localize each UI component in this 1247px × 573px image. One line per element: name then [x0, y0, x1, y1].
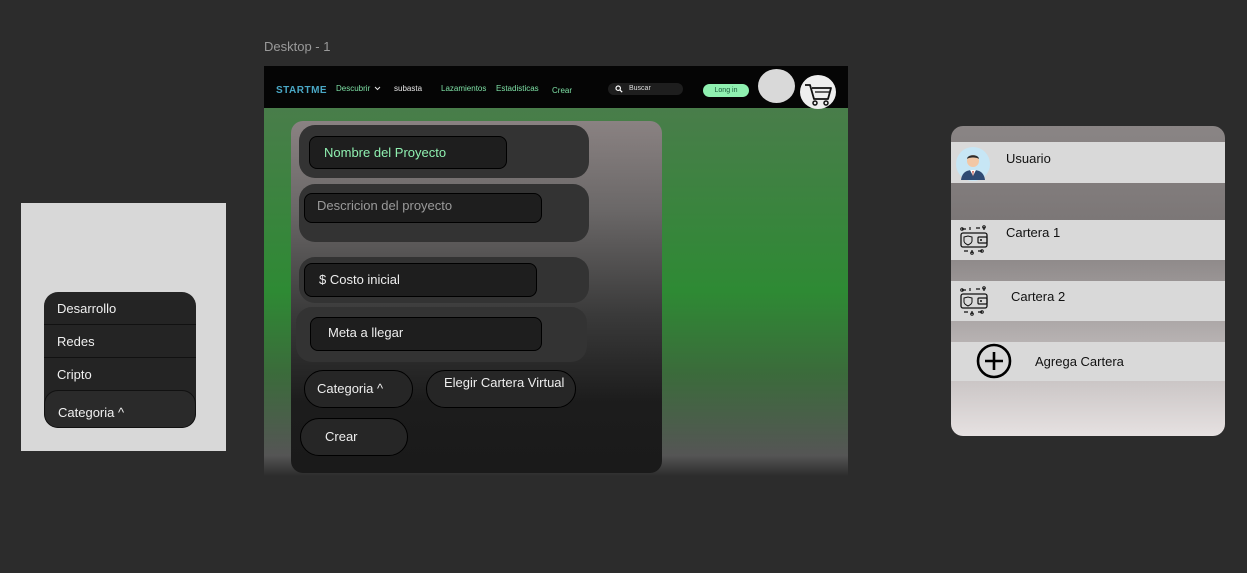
logo[interactable]: STARTME: [276, 85, 327, 96]
wallet-panel: Usuario Cartera 1 Cartera 2 Agrega Carte…: [951, 126, 1225, 436]
category-dropdown[interactable]: Desarrollo Redes Cripto Categoria ^: [44, 292, 196, 428]
cart-button[interactable]: [800, 75, 836, 109]
project-name-input[interactable]: Nombre del Proyecto: [309, 136, 507, 169]
nav-discover[interactable]: Descubrir: [336, 84, 381, 93]
wallet-2-label: Cartera 2: [1011, 289, 1066, 304]
category-option-desarrollo[interactable]: Desarrollo: [44, 292, 196, 325]
create-button[interactable]: Crear: [300, 418, 408, 456]
search-icon: [615, 85, 623, 93]
initial-cost-input[interactable]: $ Costo inicial: [304, 263, 537, 297]
nav-auction[interactable]: subasta: [394, 84, 422, 93]
category-button[interactable]: Categoria ^: [304, 370, 413, 408]
user-label: Usuario: [1006, 151, 1051, 166]
project-form: Nombre del Proyecto Descricion del proye…: [291, 121, 662, 473]
login-button[interactable]: Long in: [703, 84, 749, 97]
description-input[interactable]: Descricion del proyecto: [304, 193, 542, 223]
wallet-icon: [960, 225, 988, 255]
category-option-cripto[interactable]: Cripto: [44, 358, 196, 391]
wallet-icon: [960, 286, 988, 316]
chevron-down-icon: [375, 86, 381, 91]
nav-discover-label: Descubrir: [336, 84, 371, 93]
nav-stats[interactable]: Estadisticas: [496, 84, 539, 93]
cart-icon: [805, 84, 832, 106]
search-bar[interactable]: Buscar: [608, 83, 683, 95]
wallet-row-2[interactable]: Cartera 2: [951, 281, 1225, 321]
avatar[interactable]: [758, 69, 795, 103]
goal-input[interactable]: Meta a llegar: [310, 317, 542, 351]
category-toggle-button[interactable]: Categoria ^: [44, 390, 196, 428]
search-placeholder: Buscar: [629, 85, 651, 92]
wallet-row-1[interactable]: Cartera 1: [951, 220, 1225, 260]
user-avatar-icon: [956, 147, 990, 181]
add-wallet-label: Agrega Cartera: [1035, 354, 1124, 369]
nav-launches[interactable]: Lazamientos: [441, 84, 486, 93]
desktop-frame: STARTME Descubrir subasta Lazamientos Es…: [264, 66, 848, 476]
add-wallet-row[interactable]: Agrega Cartera: [951, 342, 1225, 381]
nav-create[interactable]: Crear: [552, 86, 572, 95]
plus-circle-icon[interactable]: [976, 343, 1012, 379]
choose-wallet-button[interactable]: Elegir Cartera Virtual: [426, 370, 576, 408]
frame-label: Desktop - 1: [264, 39, 331, 54]
navbar: STARTME Descubrir subasta Lazamientos Es…: [264, 66, 848, 109]
category-option-redes[interactable]: Redes: [44, 325, 196, 358]
wallet-1-label: Cartera 1: [1006, 225, 1061, 240]
user-row[interactable]: Usuario: [951, 142, 1225, 183]
